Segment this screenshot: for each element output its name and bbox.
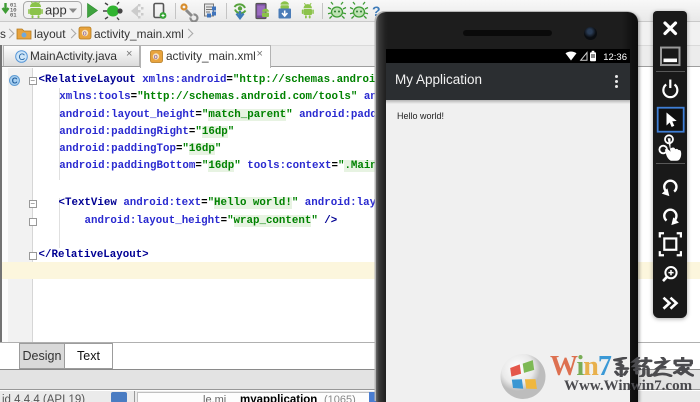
svg-text:o: o	[154, 54, 158, 61]
svg-text:12:36: 12:36	[603, 52, 627, 63]
svg-text:o: o	[83, 31, 87, 38]
svg-text:C: C	[12, 76, 18, 85]
svg-text:C: C	[19, 52, 26, 62]
svg-text:01: 01	[10, 12, 17, 19]
svg-text:app: app	[45, 3, 67, 18]
